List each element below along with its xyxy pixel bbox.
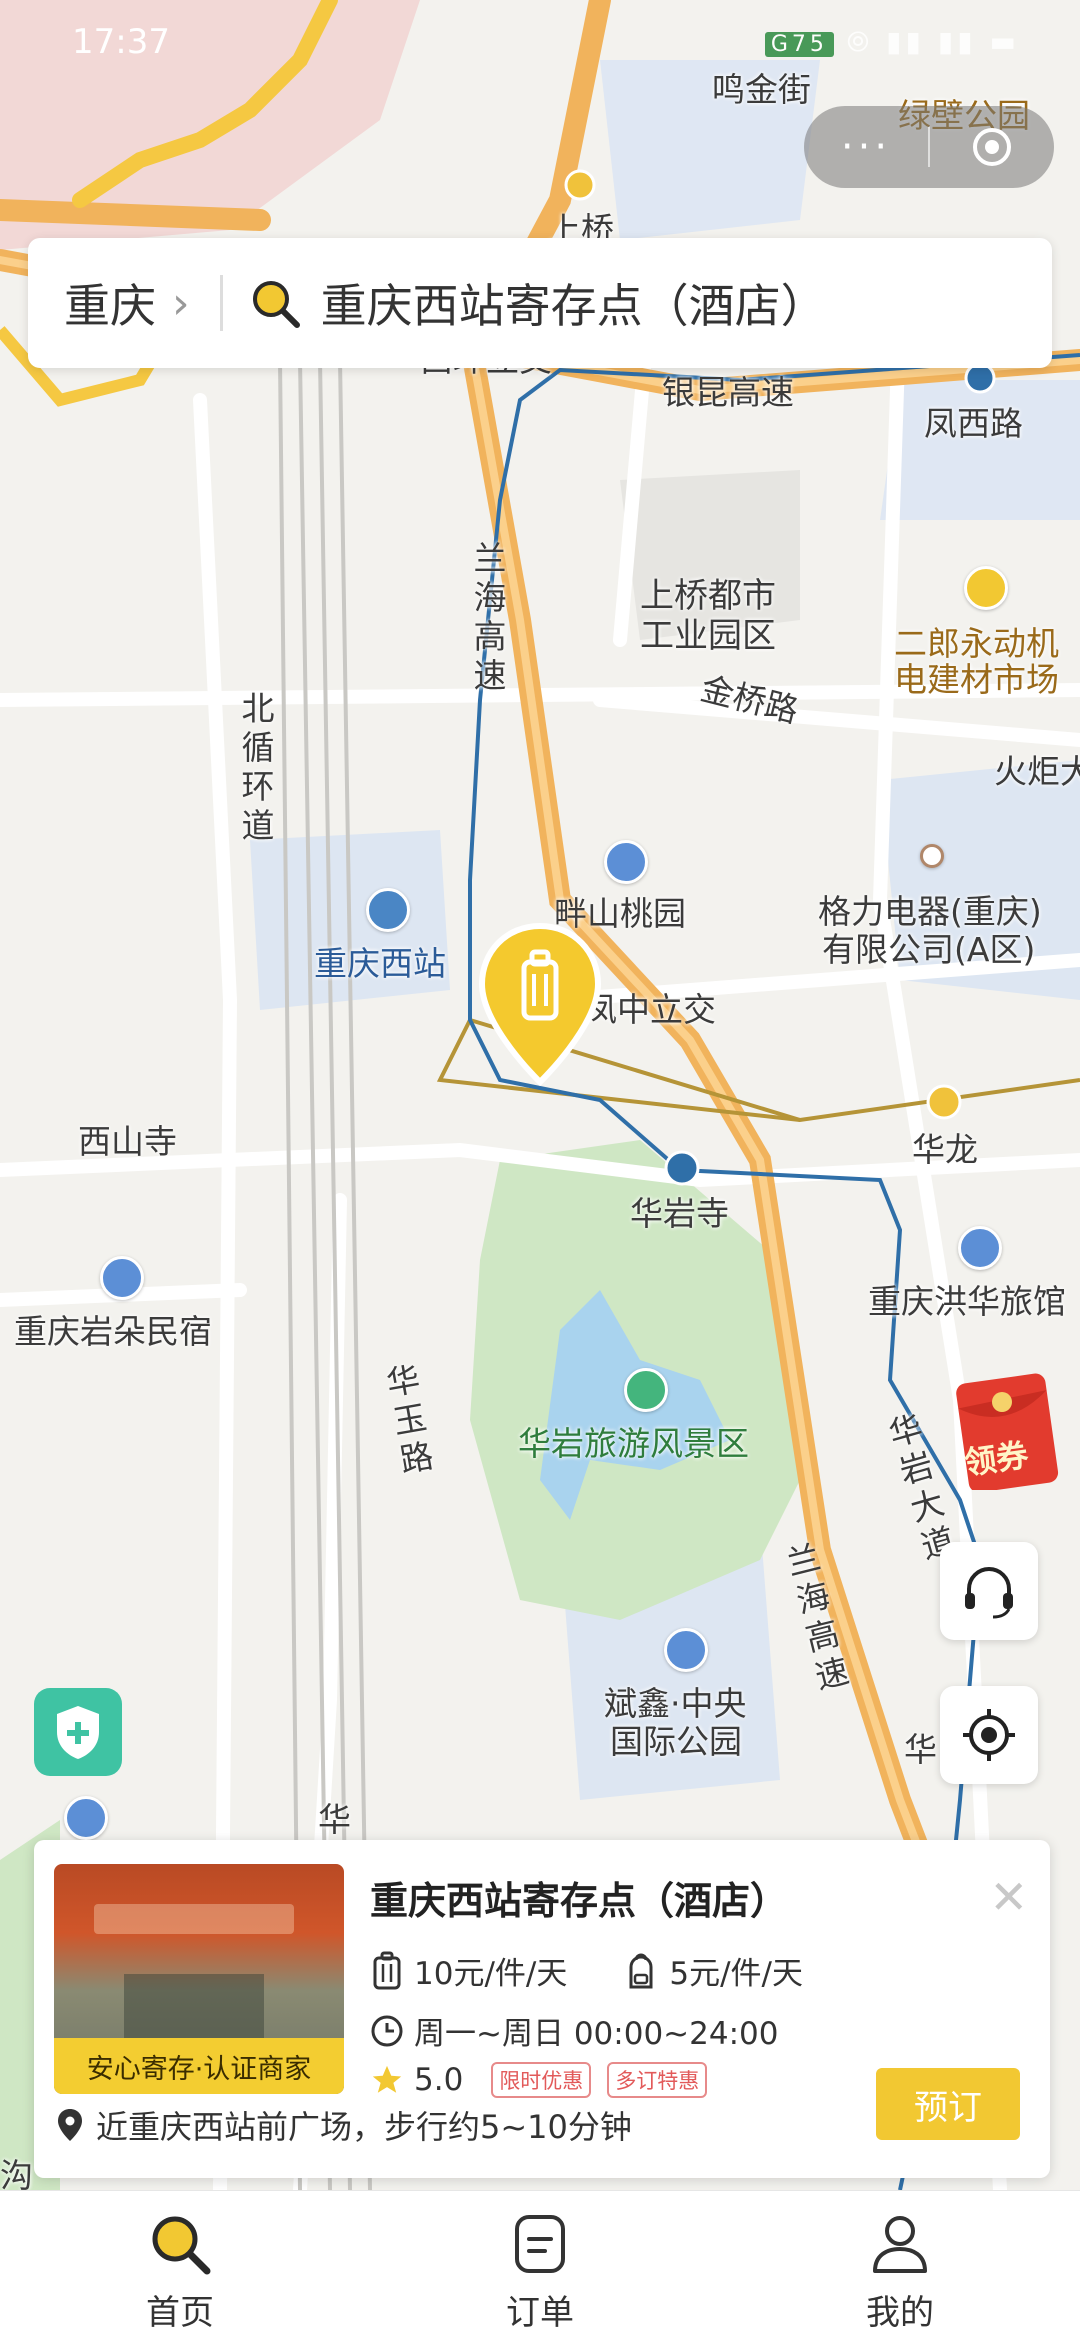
rating-value: 5.0 xyxy=(414,2062,464,2098)
store-name: 重庆西站寄存点（酒店） xyxy=(370,1879,789,1923)
search-icon xyxy=(152,2216,211,2275)
hotel-poi-icon[interactable] xyxy=(100,1256,144,1300)
tab-home[interactable]: 首页 xyxy=(0,2191,360,2341)
railway-station-icon[interactable] xyxy=(366,888,410,932)
locate-icon xyxy=(963,1709,1015,1761)
close-miniprogram-button[interactable] xyxy=(930,125,1054,169)
status-icons: G75 ⦾ ▮▮ ▮▮ ▬ xyxy=(764,25,1020,59)
search-divider xyxy=(219,275,223,331)
promo-badge: 限时优惠 xyxy=(491,2062,592,2098)
hotel-poi-icon[interactable] xyxy=(958,1226,1002,1270)
price-row: 10元/件/天 5元/件/天 xyxy=(370,1948,803,1993)
map-label: 沟 xyxy=(0,2156,33,2190)
store-sign xyxy=(94,1904,294,1934)
search-icon xyxy=(252,281,300,328)
map-label: 格力电器(重庆) xyxy=(818,892,1042,931)
luggage-price: 10元/件/天 xyxy=(414,1956,568,1992)
tab-orders[interactable]: 订单 xyxy=(360,2191,720,2341)
status-time: 17:37 xyxy=(72,22,170,62)
shield-plus-icon xyxy=(57,1706,99,1759)
suitcase-icon xyxy=(373,1951,401,1989)
residence-poi-icon[interactable] xyxy=(604,840,648,884)
locate-me-button[interactable] xyxy=(940,1686,1038,1784)
map-label: 工业园区 xyxy=(640,616,776,656)
user-icon xyxy=(873,2216,927,2273)
certified-tag: 安心寄存·认证商家 xyxy=(54,2038,344,2094)
miniprogram-capsule: ··· xyxy=(804,106,1054,188)
store-thumbnail[interactable]: 安心寄存·认证商家 xyxy=(54,1864,344,2094)
map-label: 华岩寺 xyxy=(630,1194,729,1233)
store-location-pin-icon[interactable] xyxy=(476,922,604,1088)
star-icon xyxy=(372,2065,402,2093)
hotel-poi-icon[interactable] xyxy=(64,1796,108,1840)
map-label: 斌鑫·中央 xyxy=(604,1684,747,1723)
city-label: 重庆 xyxy=(64,279,156,333)
tab-label: 首页 xyxy=(146,2293,214,2333)
shopping-poi-icon[interactable] xyxy=(964,566,1008,610)
map-block xyxy=(880,380,1080,520)
residence-poi-icon[interactable] xyxy=(664,1628,708,1672)
map-label: 火炬大 xyxy=(994,752,1080,791)
close-icon[interactable]: ✕ xyxy=(989,1870,1028,1924)
location-pin-icon xyxy=(58,2109,82,2141)
clock-icon xyxy=(371,2015,403,2046)
more-button[interactable]: ··· xyxy=(804,124,928,170)
map-label: 国际公园 xyxy=(610,1722,742,1761)
store-address: 近重庆西站前广场，步行约5~10分钟 xyxy=(96,2108,632,2146)
map-label: 上桥都市 xyxy=(640,576,776,616)
hours-row: 周一~周日 00:00~24:00 xyxy=(370,2008,778,2053)
bottom-tab-bar: 首页 订单 我的 xyxy=(0,2190,1080,2341)
backpack-icon xyxy=(629,1953,653,1988)
map-label: 兰海高速 xyxy=(473,539,507,695)
map-label: 有限公司(A区) xyxy=(822,930,1036,969)
coupon-red-packet[interactable]: 领券 xyxy=(952,1372,1062,1493)
insurance-button[interactable] xyxy=(34,1688,122,1776)
business-hours: 周一~周日 00:00~24:00 xyxy=(414,2016,779,2052)
map-label: 华岩旅游风景区 xyxy=(518,1424,749,1463)
book-button[interactable]: 预订 xyxy=(876,2068,1020,2140)
rating-row: 5.0 限时优惠 多订特惠 xyxy=(370,2062,708,2098)
customer-service-button[interactable] xyxy=(940,1542,1038,1640)
map-label: 重庆岩朵民宿 xyxy=(14,1312,212,1351)
city-selector[interactable]: 重庆 › xyxy=(64,270,190,336)
map-label: 华 xyxy=(904,1730,937,1769)
coupon-label: 领券 xyxy=(961,1435,1031,1483)
search-input[interactable]: 重庆西站寄存点（酒店） xyxy=(321,270,827,336)
status-bar: 17:37 G75 ⦾ ▮▮ ▮▮ ▬ xyxy=(72,14,1020,70)
company-poi-icon[interactable] xyxy=(920,844,944,868)
tab-label: 我的 xyxy=(866,2293,934,2333)
map-label: 电建材市场 xyxy=(894,660,1059,699)
search-bar: 重庆 › 重庆西站寄存点（酒店） xyxy=(28,238,1052,368)
headset-icon xyxy=(965,1567,1013,1619)
tab-profile[interactable]: 我的 xyxy=(720,2191,1080,2341)
map-label: 华 xyxy=(318,1800,351,1839)
map-label: 鸣金街 xyxy=(712,70,811,109)
map-label: 重庆西站 xyxy=(314,944,446,983)
map-label: 银昆高速 xyxy=(662,373,794,412)
map-label: 北循环道 xyxy=(241,689,275,845)
network-badge: G75 xyxy=(764,32,834,57)
map-label: 西山寺 xyxy=(78,1122,177,1161)
store-card[interactable]: 安心寄存·认证商家 重庆西站寄存点（酒店） ✕ 10元/件/天 5元/件/天 周… xyxy=(34,1840,1050,2178)
chevron-right-icon: › xyxy=(172,277,190,329)
map-label: 二郎永动机 xyxy=(894,624,1059,663)
order-list-icon xyxy=(515,2215,565,2273)
address-row: 近重庆西站前广场，步行约5~10分钟 xyxy=(56,2102,632,2148)
scenic-poi-icon[interactable] xyxy=(624,1368,668,1412)
bag-price: 5元/件/天 xyxy=(669,1956,803,1992)
map-label: 华龙 xyxy=(912,1130,978,1169)
map-label: 凤西路 xyxy=(924,404,1023,443)
tab-label: 订单 xyxy=(506,2293,574,2333)
map-label: 重庆洪华旅馆 xyxy=(868,1282,1066,1321)
promo-badge: 多订特惠 xyxy=(607,2062,708,2098)
target-circle-icon xyxy=(973,128,1011,166)
